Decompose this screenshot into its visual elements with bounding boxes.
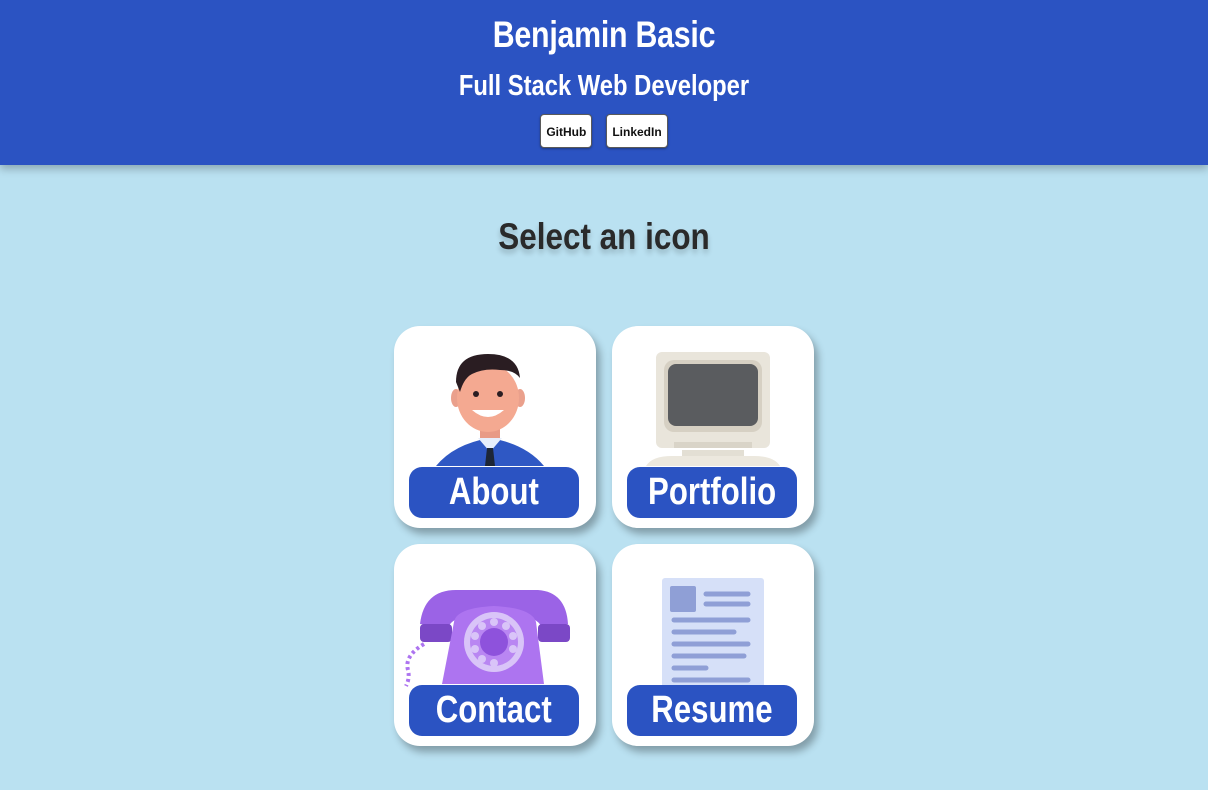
contact-label[interactable]: Contact [409,685,579,736]
github-link-button[interactable]: GitHub [540,114,593,148]
about-label[interactable]: About [409,467,579,518]
resume-tile[interactable]: Resume [612,544,814,746]
site-header: Benjamin Basic Full Stack Web Developer … [0,0,1208,165]
about-tile[interactable]: About [394,326,596,528]
portfolio-tile[interactable]: Portfolio [612,326,814,528]
resume-label[interactable]: Resume [627,685,797,736]
site-owner-name: Benjamin Basic [492,14,716,55]
linkedin-link-button[interactable]: LinkedIn [606,114,668,148]
site-owner-role: Full Stack Web Developer [458,70,750,102]
select-icon-heading: Select an icon [498,216,710,257]
social-links: GitHub LinkedIn [0,114,1208,148]
portfolio-label[interactable]: Portfolio [627,467,797,518]
contact-tile[interactable]: Contact [394,544,596,746]
